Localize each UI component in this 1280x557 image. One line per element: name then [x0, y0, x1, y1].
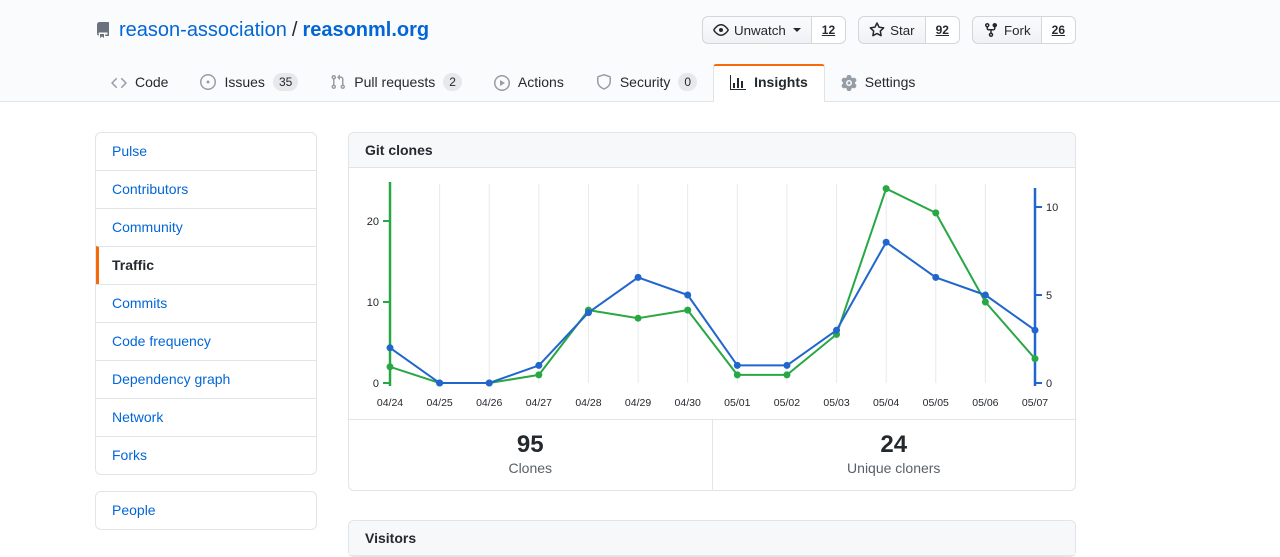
- tab-issues[interactable]: Issues 35: [184, 64, 314, 101]
- visitors-panel: Visitors: [348, 520, 1076, 557]
- fork-button-group: Fork 26: [972, 16, 1076, 44]
- svg-text:04/27: 04/27: [526, 397, 552, 409]
- tab-actions[interactable]: Actions: [478, 65, 580, 101]
- tab-pull-requests[interactable]: Pull requests 2: [314, 64, 478, 101]
- play-icon: [494, 75, 510, 91]
- visitors-panel-title: Visitors: [349, 521, 1075, 556]
- tab-settings[interactable]: Settings: [825, 65, 932, 101]
- traffic-main: Git clones 0 10 20 0 5 10 04/24 04/25 04/26 04/27…: [348, 132, 1076, 557]
- insights-menu: Pulse Contributors Community Traffic Com…: [95, 132, 317, 475]
- fork-label: Fork: [1004, 23, 1031, 38]
- sidebar-item-dependency-graph[interactable]: Dependency graph: [96, 360, 316, 398]
- shield-icon: [596, 74, 612, 90]
- unwatch-button[interactable]: Unwatch: [702, 16, 812, 44]
- svg-text:05/02: 05/02: [774, 397, 800, 409]
- svg-text:20: 20: [367, 216, 379, 228]
- clones-stats-row: 95 Clones 24 Unique cloners: [349, 419, 1075, 490]
- sidebar-item-code-frequency[interactable]: Code frequency: [96, 322, 316, 360]
- tab-security-label: Security: [620, 74, 671, 91]
- fork-button[interactable]: Fork: [972, 16, 1042, 44]
- star-button[interactable]: Star: [858, 16, 925, 44]
- people-menu: People: [95, 491, 317, 530]
- svg-text:10: 10: [367, 297, 379, 309]
- issues-count-badge: 35: [273, 73, 298, 91]
- code-icon: [111, 75, 127, 91]
- git-clones-chart[interactable]: 0 10 20 0 5 10 04/24 04/25 04/26 04/27 04/28 04/29 0…: [349, 168, 1075, 419]
- svg-text:05/01: 05/01: [724, 397, 750, 409]
- sidebar-item-contributors[interactable]: Contributors: [96, 170, 316, 208]
- watch-count[interactable]: 12: [812, 16, 846, 44]
- tab-security[interactable]: Security 0: [580, 64, 713, 101]
- star-button-group: Star 92: [858, 16, 960, 44]
- repo-owner-link[interactable]: reason-association: [119, 16, 287, 44]
- sidebar-item-pulse[interactable]: Pulse: [96, 133, 316, 170]
- repo-title-row: reason-association / reasonml.org Unwatc…: [95, 16, 1076, 44]
- star-label: Star: [890, 23, 914, 38]
- svg-text:0: 0: [1046, 378, 1052, 390]
- unique-cloners-stat: 24 Unique cloners: [712, 420, 1076, 490]
- svg-text:04/28: 04/28: [575, 397, 601, 409]
- sidebar-item-traffic[interactable]: Traffic: [96, 246, 316, 284]
- svg-text:05/06: 05/06: [972, 397, 998, 409]
- sidebar-item-forks[interactable]: Forks: [96, 436, 316, 474]
- repo-book-icon: [95, 22, 111, 38]
- repo-name-link[interactable]: reasonml.org: [302, 16, 429, 44]
- sidebar-item-network[interactable]: Network: [96, 398, 316, 436]
- clones-total-stat: 95 Clones: [349, 420, 712, 490]
- svg-text:0: 0: [373, 378, 379, 390]
- svg-text:05/04: 05/04: [873, 397, 899, 409]
- graph-icon: [730, 75, 746, 91]
- svg-text:5: 5: [1046, 290, 1052, 302]
- tab-pull-requests-label: Pull requests: [354, 74, 435, 91]
- svg-text:10: 10: [1046, 202, 1058, 214]
- git-pull-request-icon: [330, 74, 346, 90]
- svg-text:05/07: 05/07: [1022, 397, 1048, 409]
- issue-opened-icon: [200, 74, 216, 90]
- git-clones-panel: Git clones 0 10 20 0 5 10 04/24 04/25 04/26 04/27…: [348, 132, 1076, 491]
- unique-cloners-value: 24: [713, 432, 1076, 458]
- repo-tab-nav: Code Issues 35 Pull requests 2: [95, 64, 1076, 101]
- insights-sidebar: Pulse Contributors Community Traffic Com…: [95, 132, 317, 557]
- svg-text:05/05: 05/05: [923, 397, 949, 409]
- fork-icon: [983, 22, 999, 38]
- unwatch-label: Unwatch: [734, 23, 786, 38]
- tab-issues-label: Issues: [224, 74, 264, 91]
- star-icon: [869, 22, 885, 38]
- gear-icon: [841, 75, 857, 91]
- git-clones-panel-title: Git clones: [349, 133, 1075, 168]
- svg-text:04/26: 04/26: [476, 397, 502, 409]
- svg-text:04/29: 04/29: [625, 397, 651, 409]
- unique-cloners-label: Unique cloners: [713, 460, 1076, 476]
- security-count-badge: 0: [678, 73, 697, 91]
- clones-total-value: 95: [349, 432, 712, 458]
- tab-insights[interactable]: Insights: [713, 64, 825, 102]
- clones-total-label: Clones: [349, 460, 712, 476]
- svg-text:04/30: 04/30: [675, 397, 701, 409]
- tab-code[interactable]: Code: [95, 65, 184, 101]
- breadcrumb-separator: /: [292, 16, 298, 44]
- tab-actions-label: Actions: [518, 74, 564, 91]
- svg-text:04/25: 04/25: [426, 397, 452, 409]
- chevron-down-icon: [793, 28, 801, 36]
- fork-count[interactable]: 26: [1042, 16, 1076, 44]
- sidebar-item-people[interactable]: People: [96, 492, 316, 529]
- repo-actions: Unwatch 12 Star 92: [702, 16, 1076, 44]
- breadcrumb: reason-association / reasonml.org: [119, 16, 429, 44]
- sidebar-item-commits[interactable]: Commits: [96, 284, 316, 322]
- tab-insights-label: Insights: [754, 74, 808, 91]
- svg-text:04/24: 04/24: [377, 397, 403, 409]
- sidebar-item-community[interactable]: Community: [96, 208, 316, 246]
- watch-button-group: Unwatch 12: [702, 16, 846, 44]
- pull-requests-count-badge: 2: [443, 73, 462, 91]
- tab-code-label: Code: [135, 74, 168, 91]
- tab-settings-label: Settings: [865, 74, 916, 91]
- page-head: reason-association / reasonml.org Unwatc…: [0, 0, 1280, 102]
- svg-text:05/03: 05/03: [823, 397, 849, 409]
- eye-icon: [713, 22, 729, 38]
- star-count[interactable]: 92: [926, 16, 960, 44]
